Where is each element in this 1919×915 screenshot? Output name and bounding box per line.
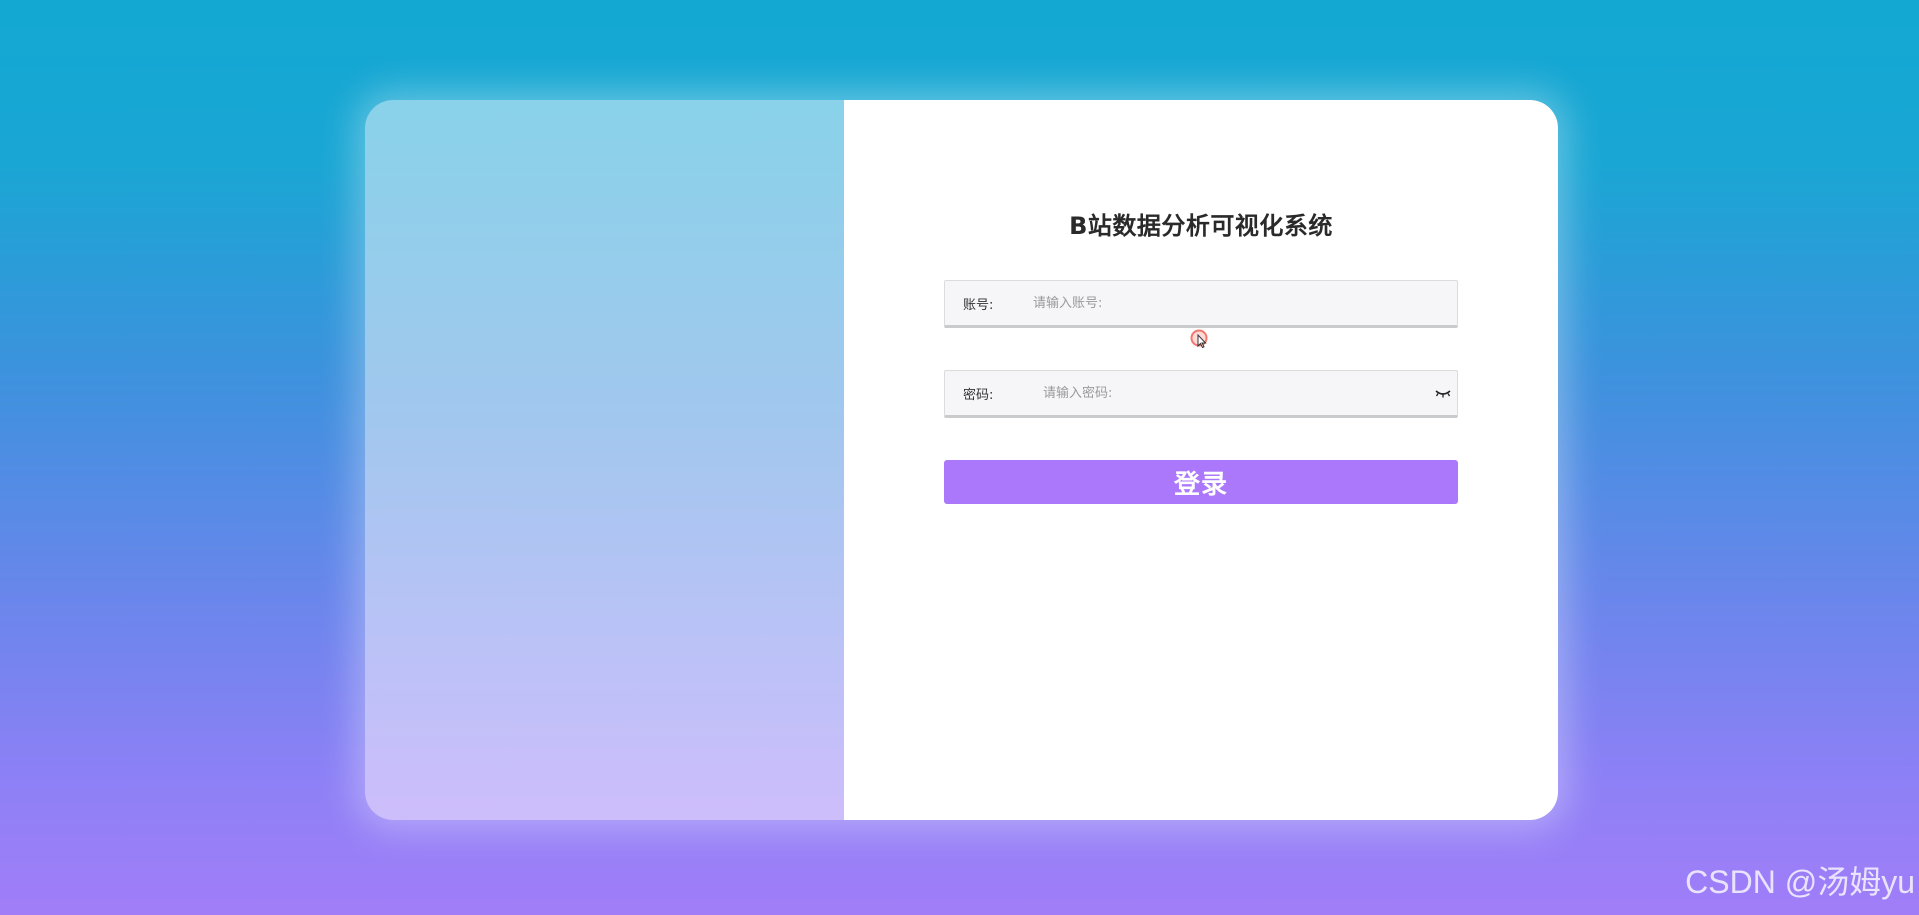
login-button[interactable]: 登录 (944, 460, 1458, 504)
watermark-text: CSDN @汤姆yu (1685, 864, 1915, 900)
password-field[interactable]: 密码: (944, 370, 1458, 418)
eye-closed-icon[interactable] (1433, 386, 1453, 400)
password-input[interactable] (1041, 370, 1433, 416)
username-label: 账号: (963, 297, 994, 313)
login-card: B站数据分析可视化系统 账号: 密码: 登录 (365, 100, 1558, 820)
username-input[interactable] (1031, 280, 1457, 326)
password-label: 密码: (963, 387, 994, 403)
login-form-panel: B站数据分析可视化系统 账号: 密码: 登录 (844, 100, 1558, 820)
decorative-gradient-panel (365, 100, 844, 820)
page-title: B站数据分析可视化系统 (1069, 212, 1333, 240)
username-field[interactable]: 账号: (944, 280, 1458, 328)
